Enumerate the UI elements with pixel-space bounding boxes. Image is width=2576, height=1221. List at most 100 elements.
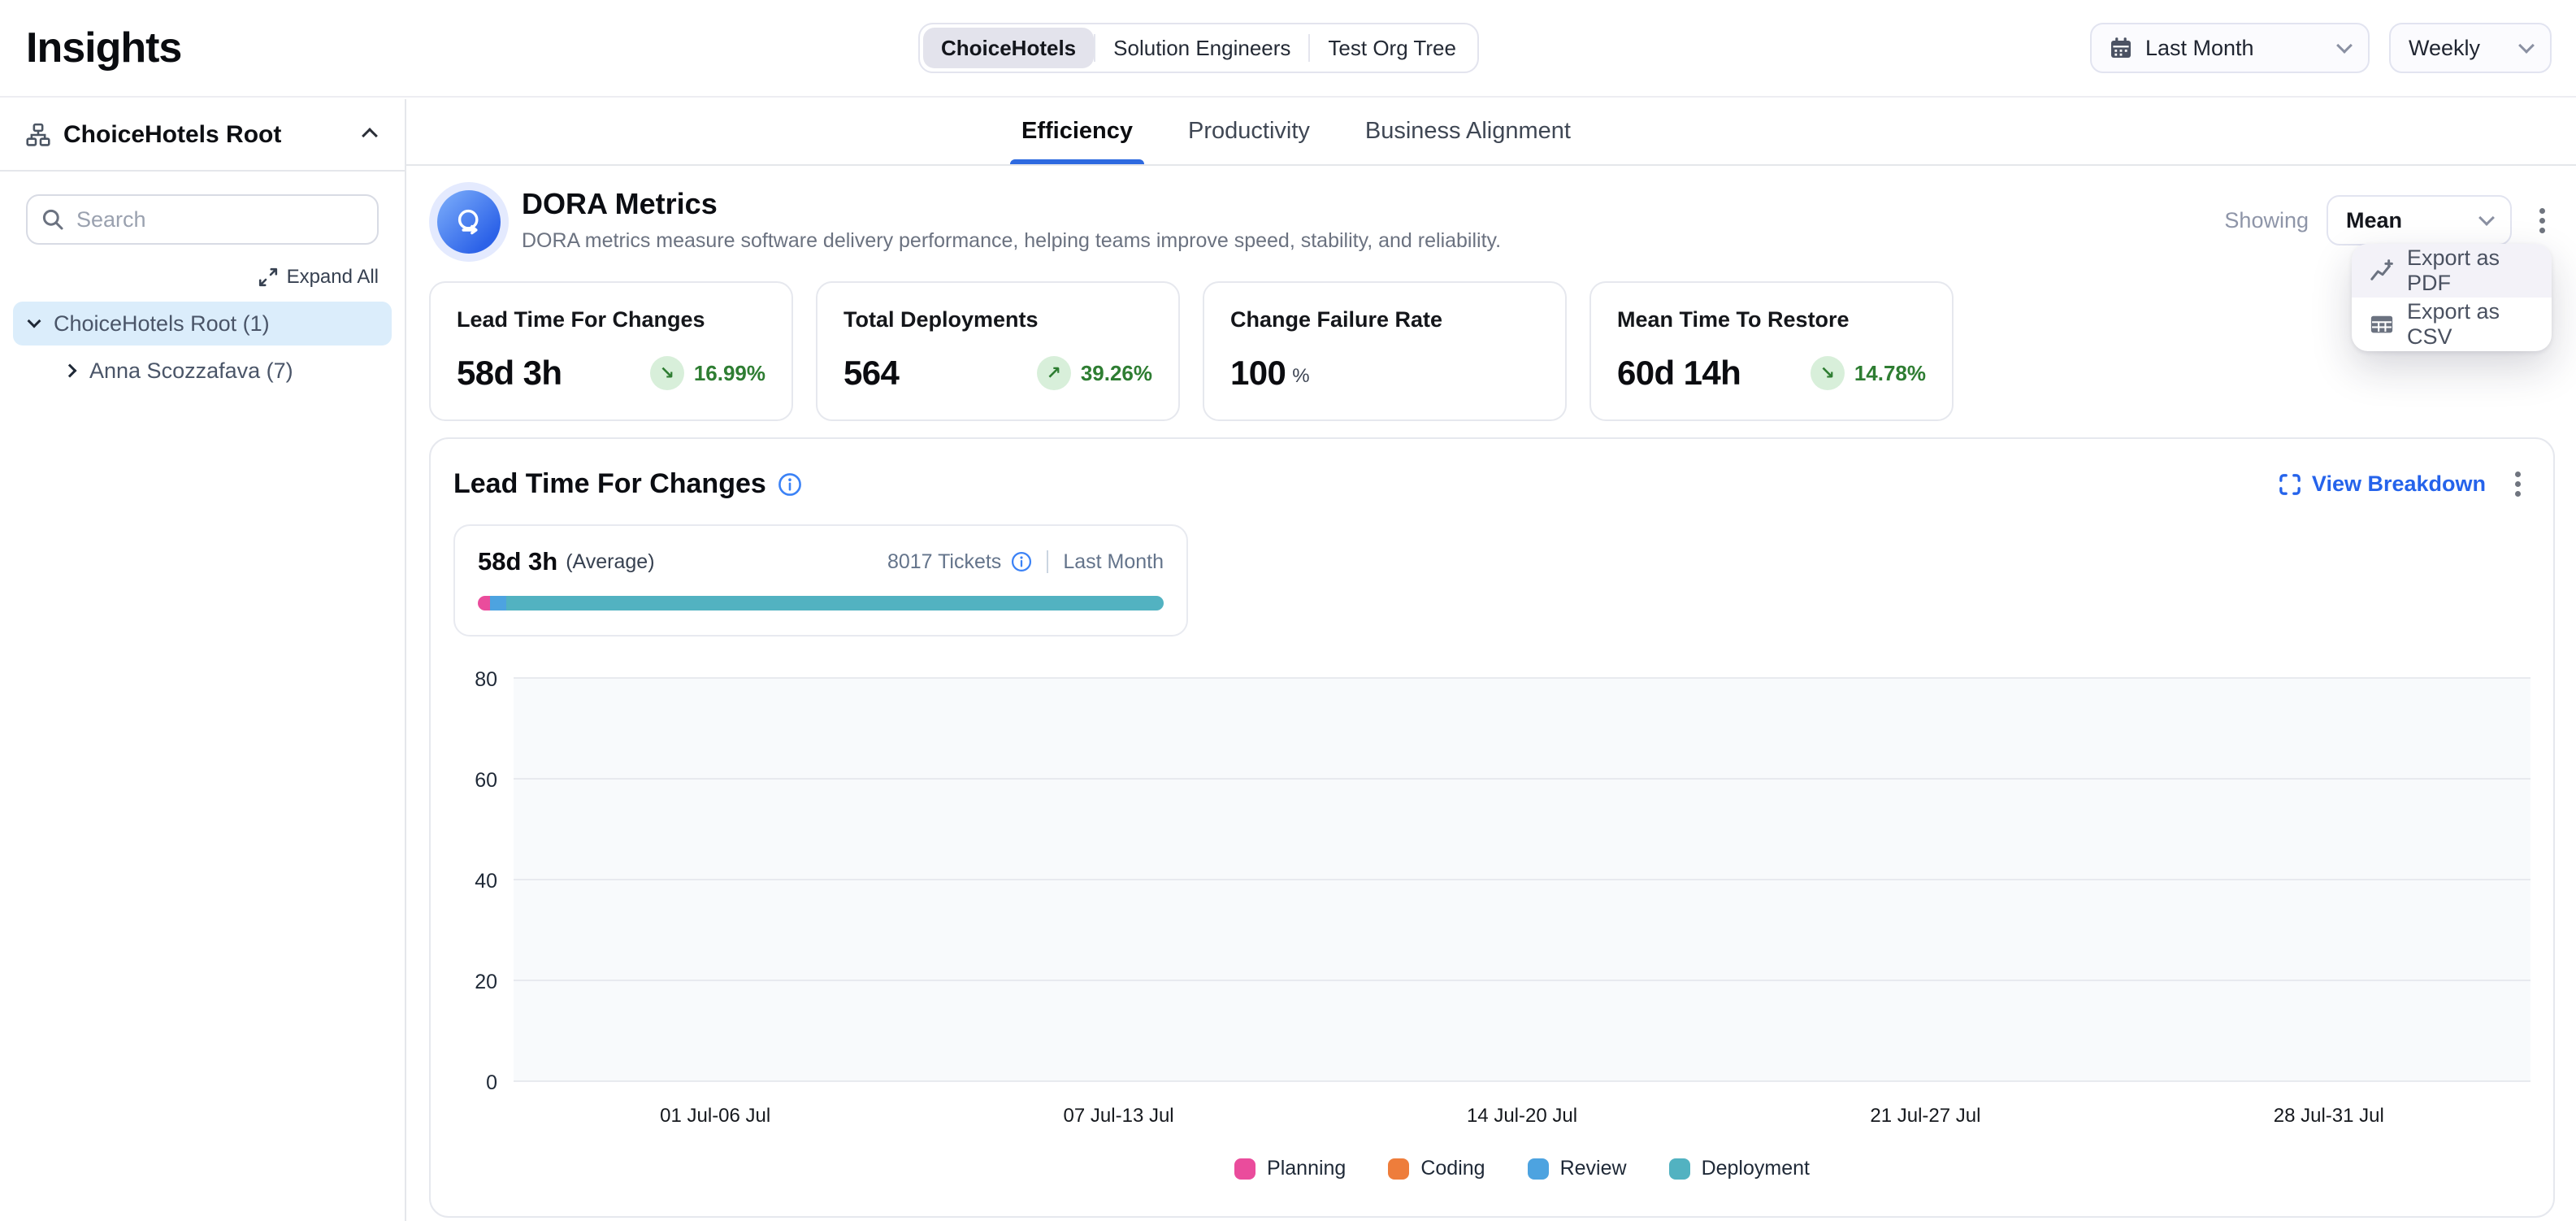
- chevron-down-icon: [28, 315, 41, 328]
- tree-item-choicehotels-root[interactable]: ChoiceHotels Root (1): [13, 302, 392, 345]
- metric-tabbar: Efficiency Productivity Business Alignme…: [406, 98, 2576, 166]
- tree-item-label: Anna Scozzafava (7): [89, 358, 293, 384]
- stacked-bar-week-4[interactable]: [1905, 793, 1945, 1080]
- metric-card-value: 564: [843, 354, 899, 393]
- y-tick-label: 60: [475, 769, 497, 793]
- x-tick-label: 28 Jul-31 Jul: [2274, 1105, 2384, 1128]
- metric-card-value: 58d 3h: [457, 354, 562, 393]
- legend-label: Coding: [1420, 1157, 1485, 1180]
- stacked-bar-week-1[interactable]: [695, 758, 735, 1080]
- menu-item-export-pdf[interactable]: Export as PDF: [2352, 244, 2552, 298]
- granularity-select[interactable]: Weekly: [2389, 23, 2552, 73]
- summary-period: Last Month: [1063, 550, 1164, 574]
- y-tick-label: 40: [475, 870, 497, 893]
- y-tick-label: 20: [475, 971, 497, 994]
- trend-badge: ↗ 39.26%: [1037, 356, 1152, 390]
- calendar-icon: [2110, 37, 2132, 59]
- legend-item-coding[interactable]: Coding: [1388, 1157, 1485, 1180]
- menu-item-export-csv[interactable]: Export as CSV: [2352, 298, 2552, 351]
- tab-business-alignment[interactable]: Business Alignment: [1362, 98, 1574, 164]
- info-icon[interactable]: [1011, 551, 1032, 572]
- tab-efficiency[interactable]: Efficiency: [1018, 98, 1136, 164]
- chart-line-icon: [2370, 259, 2394, 283]
- menu-item-label: Export as PDF: [2407, 246, 2534, 296]
- tree-item-anna-scozzafava[interactable]: Anna Scozzafava (7): [49, 349, 392, 393]
- tab-label: Efficiency: [1021, 118, 1133, 145]
- time-range-select[interactable]: Last Month: [2090, 23, 2370, 73]
- y-axis: 020406080: [453, 679, 514, 1082]
- expand-all-button[interactable]: Expand All: [26, 266, 379, 289]
- expand-all-label: Expand All: [287, 266, 379, 289]
- metric-card-title: Total Deployments: [843, 307, 1152, 332]
- lead-summary-card: 58d 3h (Average) 8017 Tickets Last Month: [453, 524, 1188, 637]
- metric-card-suffix: %: [1292, 365, 1309, 388]
- phase-distribution-bar: [478, 596, 1164, 610]
- dora-cycle-icon: [437, 190, 501, 254]
- metric-card-value: 100: [1230, 354, 1286, 393]
- metric-card-mean-time-to-restore: Mean Time To Restore 60d 14h ↘ 14.78%: [1589, 281, 1954, 421]
- chevron-down-icon: [2336, 37, 2353, 54]
- dora-title-block: DORA Metrics DORA metrics measure softwa…: [522, 187, 1501, 253]
- lead-time-title: Lead Time For Changes: [453, 468, 766, 500]
- stacked-bar-week-5[interactable]: [2309, 911, 2349, 1080]
- legend-item-planning[interactable]: Planning: [1234, 1157, 1346, 1180]
- dora-content: DORA Metrics DORA metrics measure softwa…: [406, 187, 2576, 1218]
- dora-kebab-menu-button[interactable]: [2530, 202, 2555, 240]
- tab-label: Business Alignment: [1365, 118, 1571, 145]
- granularity-value: Weekly: [2409, 36, 2480, 61]
- search-icon: [41, 207, 65, 232]
- dora-title: DORA Metrics: [522, 187, 1501, 221]
- gridline: [514, 778, 2530, 780]
- org-tree: ChoiceHotels Root (1) Anna Scozzafava (7…: [0, 302, 405, 393]
- chevron-right-icon: [63, 364, 77, 378]
- metric-card-value: 60d 14h: [1617, 354, 1741, 393]
- showing-select[interactable]: Mean: [2327, 195, 2512, 246]
- gridline: [514, 1080, 2530, 1082]
- y-tick-label: 0: [486, 1071, 497, 1095]
- legend-label: Planning: [1267, 1157, 1346, 1180]
- info-icon[interactable]: [778, 472, 802, 497]
- org-tab-solution-engineers[interactable]: Solution Engineers: [1095, 28, 1308, 68]
- tree-item-label: ChoiceHotels Root (1): [54, 311, 270, 337]
- tab-productivity[interactable]: Productivity: [1185, 98, 1313, 164]
- phase-segment-deployment: [506, 596, 1164, 610]
- view-breakdown-label: View Breakdown: [2312, 471, 2486, 497]
- lead-kebab-menu-button[interactable]: [2505, 465, 2530, 503]
- export-menu: Export as PDF Export as CSV: [2352, 244, 2552, 351]
- legend-swatch: [1528, 1158, 1549, 1180]
- top-bar: Insights ChoiceHotels Solution Engineers…: [0, 0, 2576, 98]
- search-input[interactable]: [26, 194, 379, 245]
- stacked-bar-week-3[interactable]: [1502, 871, 1542, 1080]
- chart-legend: Planning Coding Review Deployment: [514, 1157, 2530, 1180]
- divider: [1047, 550, 1048, 573]
- dora-controls: Showing Mean: [2224, 195, 2555, 246]
- menu-item-label: Export as CSV: [2407, 299, 2534, 350]
- phase-segment-review: [490, 596, 506, 610]
- org-switcher: ChoiceHotels Solution Engineers Test Org…: [918, 23, 1479, 73]
- tab-label: Productivity: [1188, 118, 1310, 145]
- sidebar-collapse-button[interactable]: [361, 119, 379, 150]
- x-axis: 01 Jul-06 Jul07 Jul-13 Jul14 Jul-20 Jul2…: [514, 1105, 2530, 1131]
- showing-label: Showing: [2224, 208, 2309, 233]
- chevron-down-icon: [2478, 210, 2495, 226]
- stacked-bar-week-2[interactable]: [1099, 723, 1139, 1080]
- legend-item-review[interactable]: Review: [1528, 1157, 1627, 1180]
- legend-swatch: [1234, 1158, 1255, 1180]
- metric-cards-row: Lead Time For Changes 58d 3h ↘ 16.99% To…: [429, 281, 2555, 421]
- main-panel: Efficiency Productivity Business Alignme…: [406, 98, 2576, 1221]
- view-breakdown-button[interactable]: View Breakdown: [2279, 471, 2486, 497]
- org-tab-test-org-tree[interactable]: Test Org Tree: [1310, 28, 1474, 68]
- plot-area: [514, 679, 2530, 1082]
- legend-item-deployment[interactable]: Deployment: [1669, 1157, 1810, 1180]
- legend-swatch: [1388, 1158, 1409, 1180]
- org-tab-choicehotels[interactable]: ChoiceHotels: [923, 28, 1094, 68]
- sidebar-search: [26, 194, 379, 245]
- legend-label: Deployment: [1702, 1157, 1810, 1180]
- expand-diagonal-icon: [258, 267, 279, 288]
- showing-value: Mean: [2346, 208, 2402, 233]
- metric-card-change-failure-rate: Change Failure Rate 100 %: [1203, 281, 1567, 421]
- y-tick-label: 80: [475, 668, 497, 692]
- legend-label: Review: [1560, 1157, 1627, 1180]
- trend-value: 16.99%: [694, 361, 765, 386]
- trend-badge: ↘ 14.78%: [1811, 356, 1926, 390]
